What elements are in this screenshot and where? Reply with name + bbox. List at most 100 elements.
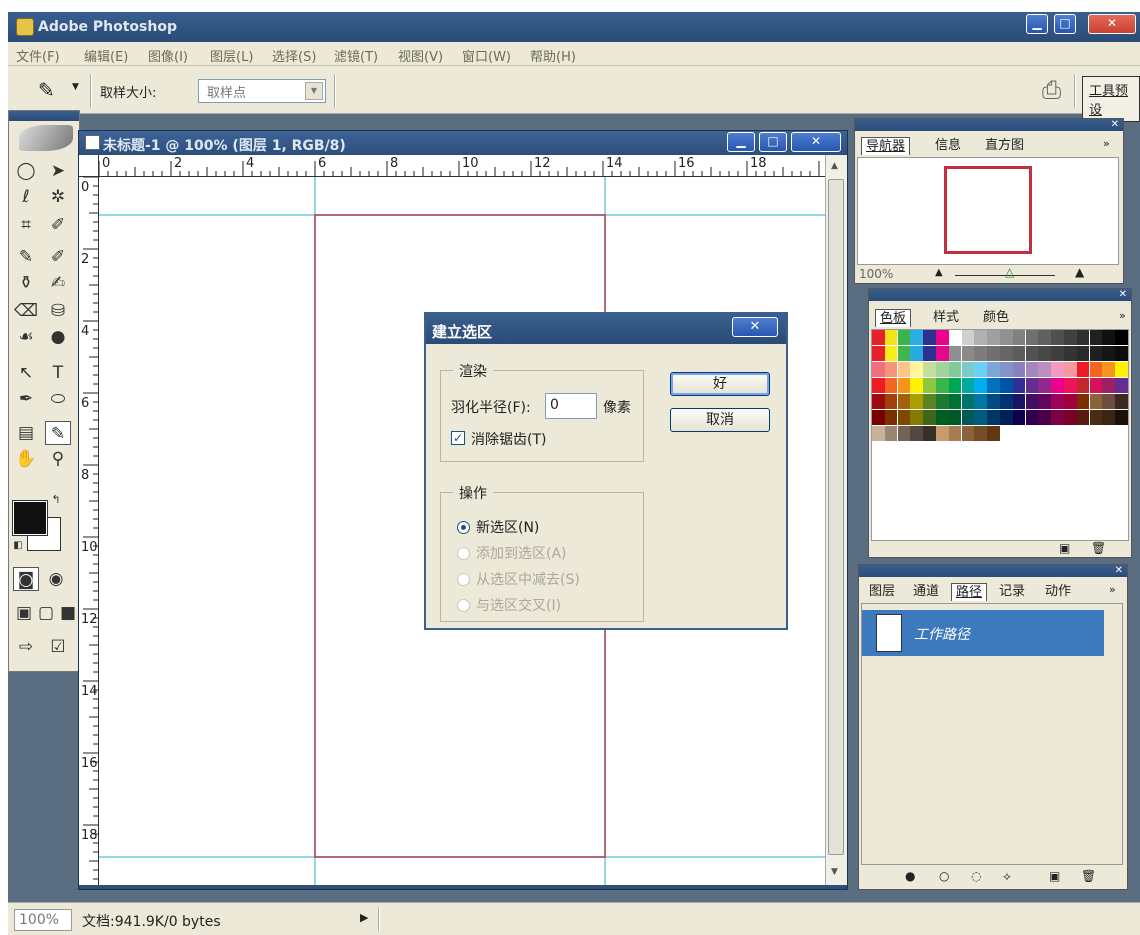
color-swatch[interactable] <box>948 426 962 441</box>
menu-image[interactable]: 图像(I) <box>148 46 188 65</box>
menu-file[interactable]: 文件(F) <box>16 46 60 65</box>
trash-icon[interactable]: 🗑 <box>1081 869 1096 883</box>
color-swatch[interactable] <box>923 330 936 345</box>
color-swatch[interactable] <box>1038 362 1051 377</box>
zoom-slider-handle[interactable]: △ <box>1005 265 1014 279</box>
vertical-ruler[interactable]: 0 2 4 6 8 10 12 14 16 18 <box>79 177 99 885</box>
color-swatch[interactable] <box>1102 410 1115 425</box>
color-swatch[interactable] <box>1089 378 1103 393</box>
color-swatch[interactable] <box>872 410 885 425</box>
move-tool-icon[interactable]: ➤ <box>45 159 71 183</box>
color-swatch[interactable] <box>923 362 936 377</box>
type-tool-icon[interactable]: T <box>45 361 71 385</box>
color-swatch[interactable] <box>1102 362 1115 377</box>
color-swatch[interactable] <box>897 426 911 441</box>
color-swatch[interactable] <box>1076 394 1090 409</box>
color-swatch[interactable] <box>974 378 987 393</box>
color-swatch[interactable] <box>1025 394 1039 409</box>
color-swatch[interactable] <box>961 410 975 425</box>
menu-select[interactable]: 选择(S) <box>272 46 316 65</box>
color-swatch[interactable] <box>987 330 1000 345</box>
color-swatch[interactable] <box>1000 410 1013 425</box>
color-swatch[interactable] <box>1064 330 1077 345</box>
color-swatch[interactable] <box>1076 362 1090 377</box>
color-swatch[interactable] <box>948 394 962 409</box>
color-swatch[interactable] <box>1000 394 1013 409</box>
color-swatch[interactable] <box>910 330 923 345</box>
color-swatch[interactable] <box>897 330 911 345</box>
color-swatch[interactable] <box>1000 330 1013 345</box>
color-swatch[interactable] <box>987 410 1000 425</box>
color-swatch[interactable] <box>1038 394 1051 409</box>
tab-navigator[interactable]: 导航器 <box>861 137 911 155</box>
color-swatch[interactable] <box>1051 362 1064 377</box>
swap-colors-icon[interactable]: ↰ <box>49 493 63 507</box>
color-swatch[interactable] <box>936 346 949 361</box>
color-swatch[interactable] <box>872 378 885 393</box>
tab-info[interactable]: 信息 <box>931 137 965 155</box>
color-swatch[interactable] <box>872 394 885 409</box>
notes-tool-icon[interactable]: ▤ <box>13 421 39 445</box>
color-swatch[interactable] <box>974 394 987 409</box>
color-swatch[interactable] <box>1051 330 1064 345</box>
tab-paths[interactable]: 路径 <box>951 583 988 601</box>
color-swatch[interactable] <box>897 346 911 361</box>
color-swatch[interactable] <box>872 426 885 441</box>
color-swatch[interactable] <box>987 378 1000 393</box>
load-path-as-selection-icon[interactable]: ◌ <box>971 869 981 883</box>
color-swatch[interactable] <box>923 378 936 393</box>
color-swatch[interactable] <box>872 346 885 361</box>
color-swatch[interactable] <box>974 362 987 377</box>
color-swatch[interactable] <box>961 394 975 409</box>
color-swatch[interactable] <box>1012 346 1026 361</box>
color-swatch[interactable] <box>897 394 911 409</box>
color-swatch[interactable] <box>987 362 1000 377</box>
color-swatch[interactable] <box>974 426 987 441</box>
new-swatch-icon[interactable]: ▣ <box>1059 541 1070 555</box>
color-swatch[interactable] <box>961 426 975 441</box>
color-swatch[interactable] <box>948 330 962 345</box>
color-swatch[interactable] <box>1102 330 1115 345</box>
color-swatch[interactable] <box>923 410 936 425</box>
color-swatch[interactable] <box>948 378 962 393</box>
color-swatch[interactable] <box>1038 410 1051 425</box>
doc-maximize-button[interactable]: □ <box>759 132 787 152</box>
new-path-icon[interactable]: ▣ <box>1049 869 1060 883</box>
color-swatch[interactable] <box>974 346 987 361</box>
color-swatch[interactable] <box>948 362 962 377</box>
foreground-color-swatch[interactable] <box>12 500 48 536</box>
color-swatch[interactable] <box>884 410 898 425</box>
color-swatch[interactable] <box>910 410 923 425</box>
color-swatch[interactable] <box>1025 362 1039 377</box>
color-swatch[interactable] <box>1089 410 1103 425</box>
close-button[interactable]: ✕ <box>1088 14 1136 34</box>
zoom-tool-icon[interactable]: ⚲ <box>45 447 71 471</box>
ruler-origin[interactable] <box>79 155 99 177</box>
color-swatch[interactable] <box>884 362 898 377</box>
color-swatch[interactable] <box>872 362 885 377</box>
stroke-path-icon[interactable]: ○ <box>939 869 949 883</box>
color-swatch[interactable] <box>910 346 923 361</box>
color-swatch[interactable] <box>936 394 949 409</box>
color-swatch[interactable] <box>884 426 898 441</box>
lasso-tool-icon[interactable]: ℓ <box>13 185 39 209</box>
marquee-tool-icon[interactable]: ◯ <box>13 159 39 183</box>
color-swatch[interactable] <box>987 346 1000 361</box>
imageready-icon[interactable]: ☑ <box>45 635 71 659</box>
color-swatch[interactable] <box>1012 394 1026 409</box>
tab-histogram[interactable]: 直方图 <box>981 137 1028 155</box>
crop-tool-icon[interactable]: ⌗ <box>13 213 39 237</box>
tool-presets-tab[interactable]: 工具预设 <box>1082 76 1140 122</box>
panel-close-icon[interactable]: ✕ <box>855 119 1123 131</box>
color-swatch[interactable] <box>884 394 898 409</box>
menu-edit[interactable]: 编辑(E) <box>84 46 128 65</box>
menu-filter[interactable]: 滤镜(T) <box>334 46 378 65</box>
ellipse-shape-tool-icon[interactable]: ⬭ <box>45 387 71 411</box>
color-swatch[interactable] <box>1051 394 1064 409</box>
color-swatch[interactable] <box>1025 330 1039 345</box>
color-swatch[interactable] <box>936 426 949 441</box>
color-swatch[interactable] <box>1089 394 1103 409</box>
color-swatch[interactable] <box>1051 410 1064 425</box>
color-swatch[interactable] <box>1012 410 1026 425</box>
color-swatch[interactable] <box>1012 378 1026 393</box>
